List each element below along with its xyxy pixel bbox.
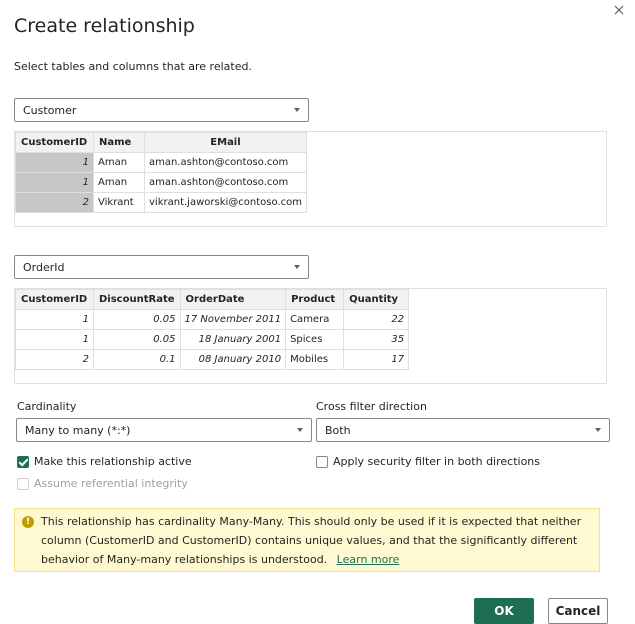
table-row: 1 Aman aman.ashton@contoso.com [15, 172, 307, 193]
make-active-label[interactable]: Make this relationship active [34, 455, 192, 468]
table-cell: 0.1 [93, 349, 181, 370]
close-icon[interactable] [611, 2, 627, 18]
chevron-down-icon [294, 108, 300, 112]
table1-col-header[interactable]: EMail [144, 132, 307, 153]
table2-col-header[interactable]: Product [285, 289, 345, 310]
table2-preview: CustomerID DiscountRate OrderDate Produc… [14, 288, 607, 384]
cross-filter-select[interactable]: Both [316, 418, 610, 442]
table1-select[interactable]: Customer [14, 98, 309, 122]
table2-select[interactable]: OrderId [14, 255, 309, 279]
table2-col-header[interactable]: DiscountRate [93, 289, 181, 310]
table-cell: 0.05 [93, 329, 181, 350]
table-cell: aman.ashton@contoso.com [144, 172, 307, 193]
table-cell: 1 [15, 309, 94, 330]
table1-grid: CustomerID Name EMail 1 Aman aman.ashton… [15, 132, 307, 213]
ok-button[interactable]: OK [474, 598, 534, 624]
table-row: 1 0.05 18 January 2001 Spices 35 [15, 329, 410, 350]
cardinality-select[interactable]: Many to many (*:*) [16, 418, 312, 442]
warning-banner: ! This relationship has cardinality Many… [14, 508, 600, 572]
table-cell: aman.ashton@contoso.com [144, 152, 307, 173]
cross-filter-label: Cross filter direction [316, 400, 427, 413]
chevron-down-icon [297, 428, 303, 432]
table-cell: Aman [93, 152, 145, 173]
table-cell: 1 [15, 329, 94, 350]
table-cell: 22 [343, 309, 410, 330]
table-cell: Camera [285, 309, 345, 330]
table-cell: 1 [15, 172, 94, 193]
chevron-down-icon [595, 428, 601, 432]
security-filter-label[interactable]: Apply security filter in both directions [333, 455, 540, 468]
table-cell: 2 [15, 192, 94, 213]
dialog-subtitle: Select tables and columns that are relat… [14, 60, 252, 73]
table2-grid: CustomerID DiscountRate OrderDate Produc… [15, 289, 410, 370]
referential-integrity-label: Assume referential integrity [34, 477, 188, 490]
learn-more-link[interactable]: Learn more [337, 553, 400, 566]
security-filter-checkbox[interactable] [316, 456, 328, 468]
make-active-checkbox[interactable] [17, 456, 29, 468]
table-cell: vikrant.jaworski@contoso.com [144, 192, 307, 213]
table1-preview: CustomerID Name EMail 1 Aman aman.ashton… [14, 131, 607, 227]
table-cell: Aman [93, 172, 145, 193]
table2-col-header[interactable]: OrderDate [179, 289, 287, 310]
table-cell: Spices [285, 329, 345, 350]
table-cell: 1 [15, 152, 94, 173]
table-cell: 0.05 [93, 309, 181, 330]
table-cell: 18 January 2001 [179, 329, 287, 350]
referential-integrity-checkbox [17, 478, 29, 490]
cardinality-label: Cardinality [17, 400, 77, 413]
table-cell: Mobiles [285, 349, 345, 370]
table1-select-value: Customer [23, 104, 77, 117]
table-cell: 17 [343, 349, 410, 370]
table-cell: 17 November 2011 [179, 309, 287, 330]
table-row: 1 Aman aman.ashton@contoso.com [15, 152, 307, 173]
warning-text: This relationship has cardinality Many-M… [41, 515, 582, 566]
table-row: 2 0.1 08 January 2010 Mobiles 17 [15, 349, 410, 370]
cancel-button[interactable]: Cancel [548, 598, 608, 624]
table1-col-header[interactable]: Name [93, 132, 145, 153]
table2-col-header[interactable]: Quantity [343, 289, 410, 310]
cardinality-value: Many to many (*:*) [25, 424, 131, 437]
cross-filter-value: Both [325, 424, 351, 437]
table1-col-header[interactable]: CustomerID [15, 132, 94, 153]
table-cell: 2 [15, 349, 94, 370]
table-row: 2 Vikrant vikrant.jaworski@contoso.com [15, 192, 307, 213]
chevron-down-icon [294, 265, 300, 269]
table2-select-value: OrderId [23, 261, 65, 274]
dialog-title: Create relationship [14, 15, 195, 37]
table-cell: 35 [343, 329, 410, 350]
table-row: 1 0.05 17 November 2011 Camera 22 [15, 309, 410, 330]
table-cell: Vikrant [93, 192, 145, 213]
table-cell: 08 January 2010 [179, 349, 287, 370]
table2-col-header[interactable]: CustomerID [15, 289, 94, 310]
warning-icon: ! [22, 516, 34, 528]
